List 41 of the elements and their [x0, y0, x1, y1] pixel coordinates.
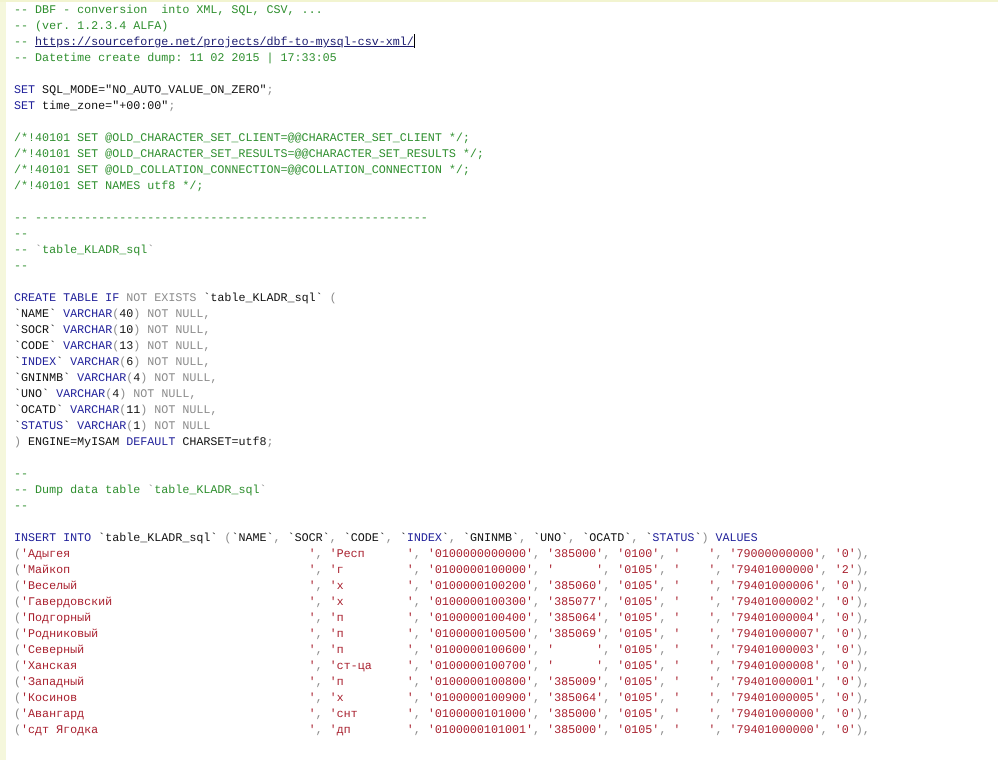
code-line: `NAME` VARCHAR(40) NOT NULL,	[14, 306, 212, 322]
code-line: /*!40101 SET @OLD_CHARACTER_SET_RESULTS=@@CHARACTER_SET_RESULTS */;	[14, 146, 485, 162]
code-line: --	[14, 258, 30, 274]
code-line: -- https://sourceforge.net/projects/dbf-to-mysql-csv-xml/	[14, 34, 416, 50]
code-line: -- Datetime create dump: 11 02 2015 | 17:33:05	[14, 50, 338, 66]
code-line: ('сдт Ягодка ', 'дп ', '0100000101001', '385000', '0105', ' ', '79401000000', '0'),	[14, 722, 871, 738]
code-line: `SOCR` VARCHAR(10) NOT NULL,	[14, 322, 212, 338]
code-line: ) ENGINE=MyISAM DEFAULT CHARSET=utf8;	[14, 434, 275, 450]
code-line: -- `table_KLADR_sql`	[14, 242, 156, 258]
code-line: `CODE` VARCHAR(13) NOT NULL,	[14, 338, 212, 354]
code-line: ('Косинов ', 'х ', '0100000100900', '385064', '0105', ' ', '79401000005', '0'),	[14, 690, 871, 706]
code-line: ('Северный ', 'п ', '0100000100600', ' ', '0105', ' ', '79401000003', '0'),	[14, 642, 871, 658]
link[interactable]: https://sourceforge.net/projects/dbf-to-mysql-csv-xml/	[35, 35, 414, 49]
code-line: ('Авангард ', 'снт ', '0100000101000', '385000', '0105', ' ', '79401000000', '0'),	[14, 706, 871, 722]
code-line: /*!40101 SET @OLD_CHARACTER_SET_CLIENT=@@CHARACTER_SET_CLIENT */;	[14, 130, 471, 146]
code-line: -- DBF - conversion into XML, SQL, CSV, ...	[14, 2, 324, 18]
code-line: `STATUS` VARCHAR(1) NOT NULL	[14, 418, 212, 434]
code-line: INSERT INTO `table_KLADR_sql` (`NAME`, `SOCR`, `CODE`, `INDEX`, `GNINMB`, `UNO`, `OCATD`, `STATUS`) VALUES	[14, 530, 759, 546]
code-line: --	[14, 498, 30, 514]
code-line: ('Адыгея ', 'Респ ', '0100000000000', '385000', '0100', ' ', '79000000000', '0'),	[14, 546, 871, 562]
code-line: `GNINMB` VARCHAR(4) NOT NULL,	[14, 370, 218, 386]
code-line: ('Ханская ', 'ст-ца ', '0100000100700', ' ', '0105', ' ', '79401000008', '0'),	[14, 658, 871, 674]
code-line: CREATE TABLE IF NOT EXISTS `table_KLADR_sql` (	[14, 290, 338, 306]
code-line: --	[14, 226, 30, 242]
code-line: ('Родниковый ', 'п ', '0100000100500', '385069', '0105', ' ', '79401000007', '0'),	[14, 626, 871, 642]
code-line: /*!40101 SET NAMES utf8 */;	[14, 178, 204, 194]
code-line: ('Подгорный ', 'п ', '0100000100400', '385064', '0105', ' ', '79401000004', '0'),	[14, 610, 871, 626]
code-line: `INDEX` VARCHAR(6) NOT NULL,	[14, 354, 212, 370]
code-line: ('Майкоп ', 'г ', '0100000100000', ' ', '0105', ' ', '79401000000', '2'),	[14, 562, 871, 578]
code-line: SET SQL_MODE="NO_AUTO_VALUE_ON_ZERO";	[14, 82, 275, 98]
code-line: -- (ver. 1.2.3.4 ALFA)	[14, 18, 170, 34]
code-line: ('Западный ', 'п ', '0100000100800', '385009', '0105', ' ', '79401000001', '0'),	[14, 674, 871, 690]
code-line: ('Веселый ', 'х ', '0100000100200', '385060', '0105', ' ', '79401000006', '0'),	[14, 578, 871, 594]
code-line: `OCATD` VARCHAR(11) NOT NULL,	[14, 402, 218, 418]
code-line: SET time_zone="+00:00";	[14, 98, 176, 114]
code-line: /*!40101 SET @OLD_COLLATION_CONNECTION=@@COLLATION_CONNECTION */;	[14, 162, 471, 178]
code-line: --	[14, 466, 30, 482]
code-line: ('Гавердовский ', 'х ', '0100000100300', '385077', '0105', ' ', '79401000002', '0'),	[14, 594, 871, 610]
code-line: `UNO` VARCHAR(4) NOT NULL,	[14, 386, 198, 402]
code-line: -- --------------------------------------------------------	[14, 210, 429, 226]
code-line: -- Dump data table `table_KLADR_sql`	[14, 482, 268, 498]
